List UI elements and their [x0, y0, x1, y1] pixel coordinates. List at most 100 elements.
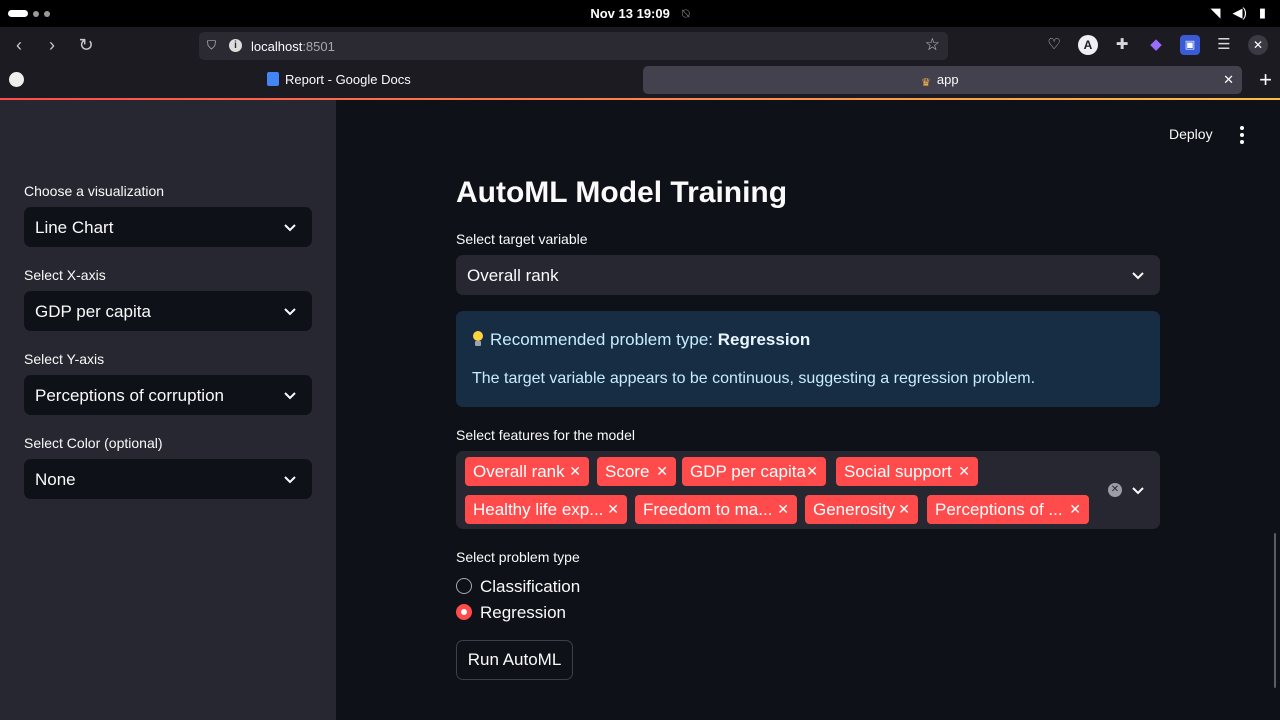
notifications-muted-icon: ⍉ — [681, 6, 690, 21]
site-info-icon[interactable]: i — [229, 39, 242, 52]
chevron-down-icon — [284, 224, 296, 232]
feature-tag[interactable]: Social support ✕ — [836, 457, 978, 486]
more-options-icon[interactable] — [1236, 125, 1248, 145]
feature-tag[interactable]: Freedom to ma... ✕ — [635, 495, 797, 524]
extensions-icon[interactable]: ✚ — [1112, 35, 1132, 55]
forward-button[interactable]: › — [41, 34, 63, 56]
radio-regression[interactable] — [456, 604, 472, 620]
chevron-down-icon[interactable] — [1130, 482, 1146, 498]
feature-tag[interactable]: Overall rank ✕ — [465, 457, 589, 486]
clear-all-icon[interactable]: ✕ — [1108, 483, 1122, 497]
y-axis-select[interactable]: Perceptions of corruption — [24, 375, 312, 415]
visualization-label: Choose a visualization — [24, 183, 165, 199]
reload-button[interactable]: ↻ — [75, 34, 97, 56]
tab-label: app — [936, 72, 959, 87]
browser-nav-bar: ‹ › ↻ ⛉ i localhost:8501 ☆ ♡ A ✚ ◆ ▣ ☰ ✕ — [0, 27, 1280, 64]
feature-tag-label: Score — [605, 462, 650, 481]
extension-purple-icon[interactable]: ◆ — [1146, 35, 1166, 55]
tab-label: Report - Google Docs — [285, 72, 411, 87]
color-value: None — [35, 470, 76, 489]
url-text: localhost:8501 — [251, 39, 335, 54]
account-avatar[interactable]: A — [1078, 35, 1098, 55]
url-host: localhost — [251, 39, 303, 54]
visualization-value: Line Chart — [35, 218, 114, 237]
x-axis-value: GDP per capita — [35, 302, 151, 321]
tab-close-icon[interactable]: ✕ — [1223, 66, 1234, 94]
radio-regression-label[interactable]: Regression — [480, 603, 566, 623]
feature-tag-label: GDP per capita — [690, 462, 806, 481]
recommendation-info-box: Recommended problem type: Regression The… — [456, 311, 1160, 407]
feature-tag-label: Social support — [844, 462, 952, 481]
color-select[interactable]: None — [24, 459, 312, 499]
feature-tag-label: Healthy life exp... — [473, 500, 604, 519]
feature-tag-label: Generosity — [813, 500, 896, 519]
chevron-down-icon — [284, 308, 296, 316]
window-close-icon[interactable]: ✕ — [1248, 35, 1268, 55]
url-port: :8501 — [302, 39, 335, 54]
remove-tag-icon[interactable]: ✕ — [656, 457, 668, 486]
visualization-select[interactable]: Line Chart — [24, 207, 312, 247]
page-title: AutoML Model Training — [456, 176, 788, 209]
feature-tag[interactable]: Generosity ✕ — [805, 495, 918, 524]
firefox-view-icon[interactable] — [9, 72, 24, 87]
tab-app[interactable]: ♛ app ✕ — [643, 66, 1242, 94]
color-label: Select Color (optional) — [24, 435, 163, 451]
menu-icon[interactable]: ☰ — [1214, 35, 1234, 55]
target-variable-label: Select target variable — [456, 231, 588, 247]
chevron-down-icon — [1132, 272, 1144, 280]
remove-tag-icon[interactable]: ✕ — [1069, 495, 1081, 524]
remove-tag-icon[interactable]: ✕ — [898, 495, 910, 524]
scrollbar[interactable] — [1274, 533, 1276, 688]
battery-icon[interactable]: ▮ — [1259, 5, 1266, 21]
pocket-icon[interactable]: ♡ — [1044, 35, 1064, 55]
features-multiselect[interactable]: Overall rank ✕ Score ✕ GDP per capita ✕ Soc… — [456, 451, 1160, 529]
remove-tag-icon[interactable]: ✕ — [607, 495, 619, 524]
google-docs-icon — [267, 72, 279, 86]
target-variable-value: Overall rank — [467, 266, 559, 285]
tab-google-docs[interactable]: Report - Google Docs — [257, 66, 637, 94]
address-bar[interactable]: ⛉ i localhost:8501 ☆ — [199, 32, 948, 60]
main-content: Deploy AutoML Model Training Select targ… — [336, 100, 1280, 720]
recommendation-message: The target variable appears to be contin… — [472, 370, 1036, 387]
deploy-button[interactable]: Deploy — [1169, 126, 1213, 142]
feature-tag-label: Perceptions of ... — [935, 500, 1063, 519]
os-top-bar: Nov 13 19:09 ⍉ ◥ ◀) ▮ — [0, 0, 1280, 27]
feature-tag[interactable]: Perceptions of ... ✕ — [927, 495, 1089, 524]
recommendation-prefix: Recommended problem type: — [490, 330, 718, 349]
sidebar: Choose a visualization Line Chart Select… — [0, 100, 336, 720]
run-automl-button[interactable]: Run AutoML — [456, 640, 573, 680]
chevron-down-icon — [284, 392, 296, 400]
feature-tag[interactable]: Healthy life exp... ✕ — [465, 495, 627, 524]
feature-tag[interactable]: Score ✕ — [597, 457, 676, 486]
problem-type-label: Select problem type — [456, 549, 580, 565]
remove-tag-icon[interactable]: ✕ — [777, 495, 789, 524]
remove-tag-icon[interactable]: ✕ — [958, 457, 970, 486]
y-axis-label: Select Y-axis — [24, 351, 105, 367]
recommendation-type: Regression — [717, 330, 811, 349]
tracking-shield-icon[interactable]: ⛉ — [207, 38, 219, 53]
y-axis-value: Perceptions of corruption — [35, 386, 224, 405]
x-axis-select[interactable]: GDP per capita — [24, 291, 312, 331]
recommendation-title: Recommended problem type: Regression — [472, 330, 810, 350]
features-label: Select features for the model — [456, 427, 635, 443]
radio-classification-label[interactable]: Classification — [480, 577, 580, 597]
remove-tag-icon[interactable]: ✕ — [806, 457, 818, 486]
wifi-icon[interactable]: ◥ — [1211, 5, 1221, 21]
feature-tag[interactable]: GDP per capita ✕ — [682, 457, 826, 486]
chevron-down-icon — [284, 476, 296, 484]
browser-tab-bar: Report - Google Docs ♛ app ✕ + — [0, 64, 1280, 98]
feature-tag-label: Freedom to ma... — [643, 500, 773, 519]
radio-classification[interactable] — [456, 578, 472, 594]
volume-icon[interactable]: ◀) — [1233, 5, 1247, 21]
new-tab-button[interactable]: + — [1259, 67, 1272, 93]
x-axis-label: Select X-axis — [24, 267, 106, 283]
remove-tag-icon[interactable]: ✕ — [569, 457, 581, 486]
feature-tag-label: Overall rank — [473, 462, 565, 481]
bookmark-star-icon[interactable]: ☆ — [925, 35, 940, 55]
target-variable-select[interactable]: Overall rank — [456, 255, 1160, 295]
back-button[interactable]: ‹ — [8, 34, 30, 56]
extension-blue-icon[interactable]: ▣ — [1180, 35, 1200, 55]
os-clock-text: Nov 13 19:09 — [590, 6, 670, 21]
os-clock[interactable]: Nov 13 19:09 ⍉ — [0, 6, 1280, 22]
lightbulb-icon — [472, 331, 484, 347]
